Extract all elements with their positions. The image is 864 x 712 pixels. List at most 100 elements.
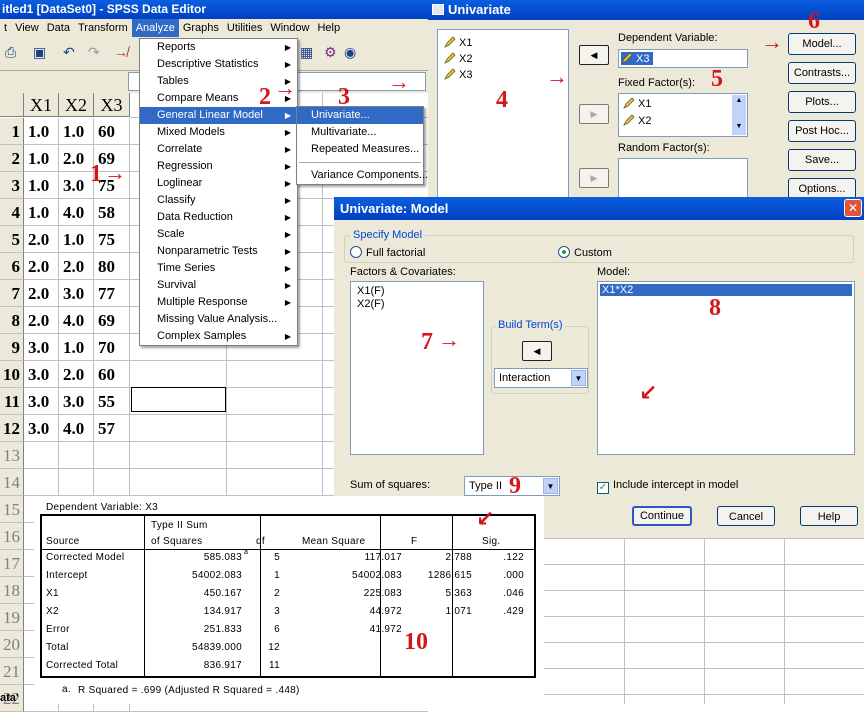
model-terms-list[interactable]: X1*X2: [597, 281, 855, 455]
data-cell[interactable]: 2.0: [24, 280, 59, 307]
chevron-down-icon[interactable]: ▼: [543, 478, 558, 494]
close-icon[interactable]: ✕: [844, 199, 862, 217]
insert-variable-icon[interactable]: ▦: [300, 44, 313, 61]
row-header[interactable]: 9: [0, 334, 24, 361]
analyze-menu-item[interactable]: Mixed Models ▶: [140, 124, 297, 141]
row-header[interactable]: 2: [0, 145, 24, 172]
submenu-repeated-measures[interactable]: Repeated Measures...: [297, 141, 423, 158]
analyze-menu-item[interactable]: Scale ▶: [140, 226, 297, 243]
data-cell[interactable]: 2.0: [24, 226, 59, 253]
analyze-menu-item[interactable]: General Linear Model ▶: [140, 107, 297, 124]
scroll-down-icon[interactable]: ▼: [732, 121, 746, 133]
source-variable-list[interactable]: X1 X2 X3: [437, 29, 569, 200]
menu-data[interactable]: Data: [43, 19, 74, 37]
custom-radio[interactable]: Custom: [558, 246, 612, 259]
row-header[interactable]: 19: [0, 604, 24, 631]
row-header[interactable]: 12: [0, 415, 24, 442]
row-header[interactable]: 8: [0, 307, 24, 334]
row-header[interactable]: 7: [0, 280, 24, 307]
goto-case-icon[interactable]: ↛: [114, 44, 128, 60]
data-cell[interactable]: 3.0: [24, 334, 59, 361]
row-header[interactable]: 13: [0, 442, 24, 469]
row-header[interactable]: 6: [0, 253, 24, 280]
dependent-variable-field[interactable]: X3: [618, 49, 748, 68]
data-cell[interactable]: 1.0: [24, 118, 59, 145]
data-cell[interactable]: 60: [94, 361, 130, 388]
data-cell[interactable]: 4.0: [59, 199, 94, 226]
menu-analyze[interactable]: Analyze: [131, 19, 179, 37]
cancel-button[interactable]: Cancel: [717, 506, 775, 526]
submenu-univariate[interactable]: Univariate...: [297, 107, 423, 124]
move-fixed-button[interactable]: ▶: [579, 104, 609, 124]
build-term-type-select[interactable]: Interaction ▼: [494, 368, 588, 388]
data-cell[interactable]: 3.0: [59, 172, 94, 199]
full-factorial-radio[interactable]: Full factorial: [350, 246, 425, 259]
data-cell[interactable]: 77: [94, 280, 130, 307]
row-header[interactable]: 11: [0, 388, 24, 415]
fixed-factors-list[interactable]: X1 X2 ▲ ▼: [618, 93, 748, 137]
menu-view[interactable]: View: [11, 19, 43, 37]
chevron-down-icon[interactable]: ▼: [571, 370, 586, 386]
column-header-x3[interactable]: X3: [94, 93, 130, 117]
data-cell[interactable]: 3.0: [59, 280, 94, 307]
move-dependent-button[interactable]: ◀: [579, 45, 609, 65]
data-cell[interactable]: 1.0: [59, 118, 94, 145]
source-variable-x1[interactable]: X1: [444, 36, 472, 49]
include-intercept-checkbox[interactable]: ✓ Include intercept in model: [597, 479, 738, 494]
data-cell[interactable]: 1.0: [59, 226, 94, 253]
data-cell[interactable]: 4.0: [59, 415, 94, 442]
menu-help[interactable]: Help: [313, 19, 344, 37]
row-header[interactable]: 17: [0, 550, 24, 577]
data-cell[interactable]: 2.0: [59, 145, 94, 172]
value-labels-icon[interactable]: ◉: [344, 44, 356, 61]
split-file-icon[interactable]: ⚙: [324, 44, 337, 61]
menu-transform[interactable]: Transform: [74, 19, 132, 37]
data-cell[interactable]: 3.0: [24, 415, 59, 442]
data-cell[interactable]: 4.0: [59, 307, 94, 334]
dialog-recall-icon[interactable]: ▣: [33, 44, 46, 61]
plots-button[interactable]: Plots...: [788, 91, 856, 113]
factor-x2[interactable]: X2(F): [357, 298, 385, 310]
source-variable-x2[interactable]: X2: [444, 52, 472, 65]
factors-covariates-list[interactable]: X1(F) X2(F): [350, 281, 484, 455]
data-cell[interactable]: 1.0: [24, 172, 59, 199]
print-icon[interactable]: ⎙: [5, 44, 16, 61]
redo-icon[interactable]: ↷: [88, 44, 100, 61]
data-cell[interactable]: 55: [94, 388, 130, 415]
fixed-factor-x2[interactable]: X2: [623, 114, 651, 127]
random-factors-list[interactable]: [618, 158, 748, 200]
continue-button[interactable]: Continue: [632, 506, 692, 526]
model-term-x1x2[interactable]: X1*X2: [600, 284, 852, 296]
analyze-menu-item[interactable]: Multiple Response ▶: [140, 294, 297, 311]
data-cell[interactable]: [59, 442, 94, 469]
analyze-menu-item[interactable]: Loglinear ▶: [140, 175, 297, 192]
grid-corner[interactable]: [0, 93, 24, 117]
data-cell[interactable]: 69: [94, 307, 130, 334]
data-cell[interactable]: 75: [94, 226, 130, 253]
menu-edit[interactable]: t: [0, 19, 11, 37]
move-random-button[interactable]: ▶: [579, 168, 609, 188]
analyze-menu-item[interactable]: Descriptive Statistics ▶: [140, 56, 297, 73]
menu-utilities[interactable]: Utilities: [223, 19, 266, 37]
data-cell[interactable]: 60: [94, 118, 130, 145]
save-button[interactable]: Save...: [788, 149, 856, 171]
row-header[interactable]: 3: [0, 172, 24, 199]
active-cell[interactable]: [131, 387, 226, 412]
dependent-variable-x3[interactable]: X3: [621, 52, 654, 65]
data-cell[interactable]: 1.0: [24, 145, 59, 172]
data-cell[interactable]: [94, 469, 130, 496]
data-cell[interactable]: [94, 442, 130, 469]
analyze-menu-item[interactable]: Missing Value Analysis...: [140, 311, 297, 328]
row-header[interactable]: 15: [0, 496, 24, 523]
contrasts-button[interactable]: Contrasts...: [788, 62, 856, 84]
row-header[interactable]: 21: [0, 658, 24, 685]
data-cell[interactable]: 2.0: [24, 307, 59, 334]
analyze-menu-item[interactable]: Time Series ▶: [140, 260, 297, 277]
fixed-factors-scrollbar[interactable]: ▲ ▼: [732, 95, 746, 135]
column-header-x2[interactable]: X2: [59, 93, 94, 117]
row-header[interactable]: 5: [0, 226, 24, 253]
submenu-multivariate[interactable]: Multivariate...: [297, 124, 423, 141]
data-cell[interactable]: [59, 469, 94, 496]
data-cell[interactable]: 2.0: [59, 361, 94, 388]
source-variable-x3[interactable]: X3: [444, 68, 472, 81]
